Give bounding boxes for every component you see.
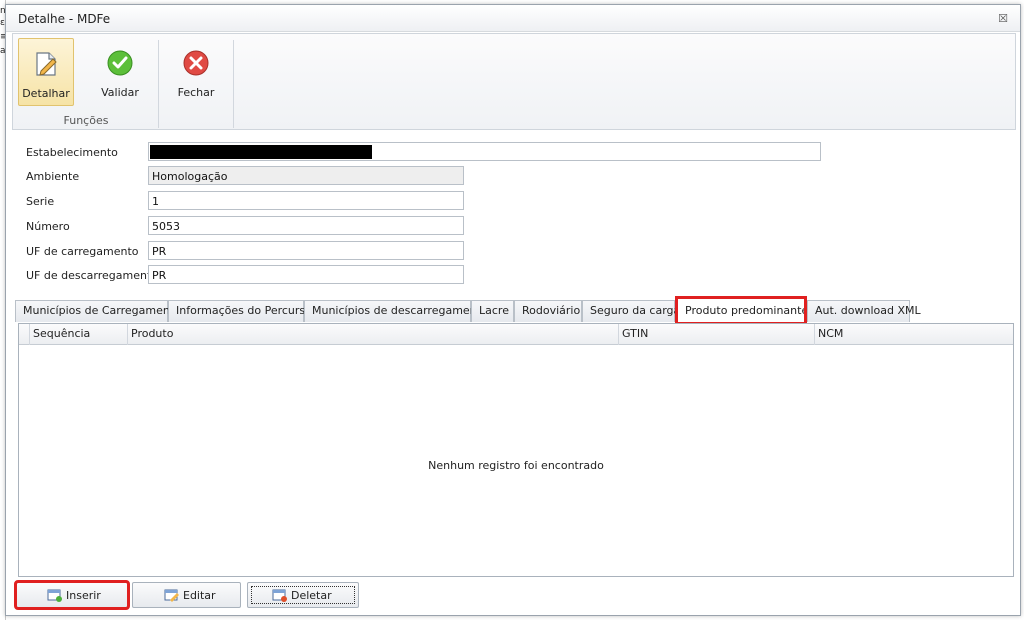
estabelecimento-label: Estabelecimento [26,146,118,159]
ambiente-label: Ambiente [26,170,80,183]
ribbon-separator [233,40,234,128]
uf-carregamento-field[interactable]: PR [148,241,464,260]
editar-button[interactable]: Editar [132,582,241,608]
tab-informacoes-percurso[interactable]: Informações do Percurso [168,300,312,322]
column-header-ncm[interactable]: NCM [814,324,1013,345]
editar-label: Editar [183,589,216,602]
check-circle-icon [107,50,133,76]
tab-rodoviario[interactable]: Rodoviário [514,300,582,322]
ribbon-group-label: Funções [63,114,109,127]
uf-descarregamento-row: UF de descarregamento PR [26,265,486,285]
window-title: Detalhe - MDFe [18,12,111,26]
detalhar-button[interactable]: Detalhar [18,38,74,106]
tab-strip: Municípios de Carregamento Informações d… [15,296,1015,325]
uf-descarregamento-label: UF de descarregamento [26,269,158,282]
serie-label: Serie [26,195,55,208]
column-header-produto[interactable]: Produto [127,324,618,345]
close-icon[interactable]: ☒ [998,12,1008,25]
ambiente-row: Ambiente Homologação [26,166,486,186]
numero-row: Número 5053 [26,216,486,236]
edit-page-icon [36,52,57,76]
tab-seguro-carga[interactable]: Seguro da carga [582,300,680,322]
serie-field[interactable]: 1 [148,191,464,210]
ribbon-toolbar: Detalhar Validar Fechar Funções [12,33,1016,130]
tab-lacre[interactable]: Lacre [471,300,514,322]
title-bar: Detalhe - MDFe ☒ [6,5,1020,32]
numero-field[interactable]: 5053 [148,216,464,235]
deletar-button[interactable]: Deletar [247,582,359,608]
tab-produto-predominante[interactable]: Produto predominante [675,296,808,325]
uf-carregamento-label: UF de carregamento [26,245,139,258]
delete-icon [272,589,287,602]
empty-message: Nenhum registro foi encontrado [428,459,604,472]
ambiente-field: Homologação [148,166,464,185]
fechar-label: Fechar [177,86,215,99]
estabelecimento-field[interactable] [148,142,821,161]
validar-label: Validar [101,86,139,99]
insert-icon [47,589,62,602]
fechar-button[interactable]: Fechar [165,38,227,106]
grid-header: Sequência Produto GTIN NCM [19,324,1013,345]
tab-municipios-carregamento[interactable]: Municípios de Carregamento [15,300,181,322]
inserir-button[interactable]: Inserir [14,580,130,610]
tab-municipios-descarregamento[interactable]: Municípios de descarregamento [304,300,488,322]
validar-button[interactable]: Validar [89,38,151,106]
mdfe-detail-window: Detalhe - MDFe ☒ Detalhar Validar Fechar… [5,4,1021,616]
inserir-label: Inserir [66,589,101,602]
column-header-gtin[interactable]: GTIN [618,324,814,345]
uf-descarregamento-field[interactable]: PR [148,265,464,284]
deletar-label: Deletar [291,589,332,602]
detalhar-label: Detalhar [22,87,70,100]
redacted-value [150,145,372,159]
close-circle-icon [183,50,209,76]
tab-aut-download-xml[interactable]: Aut. download XML [807,300,921,322]
edit-icon [164,589,179,602]
produto-grid: Sequência Produto GTIN NCM Nenhum regist… [18,323,1014,577]
uf-carregamento-row: UF de carregamento PR [26,241,486,261]
column-header-sequencia[interactable]: Sequência [29,324,127,345]
numero-label: Número [26,220,70,233]
serie-row: Serie 1 [26,191,486,211]
estabelecimento-row: Estabelecimento [26,142,826,162]
